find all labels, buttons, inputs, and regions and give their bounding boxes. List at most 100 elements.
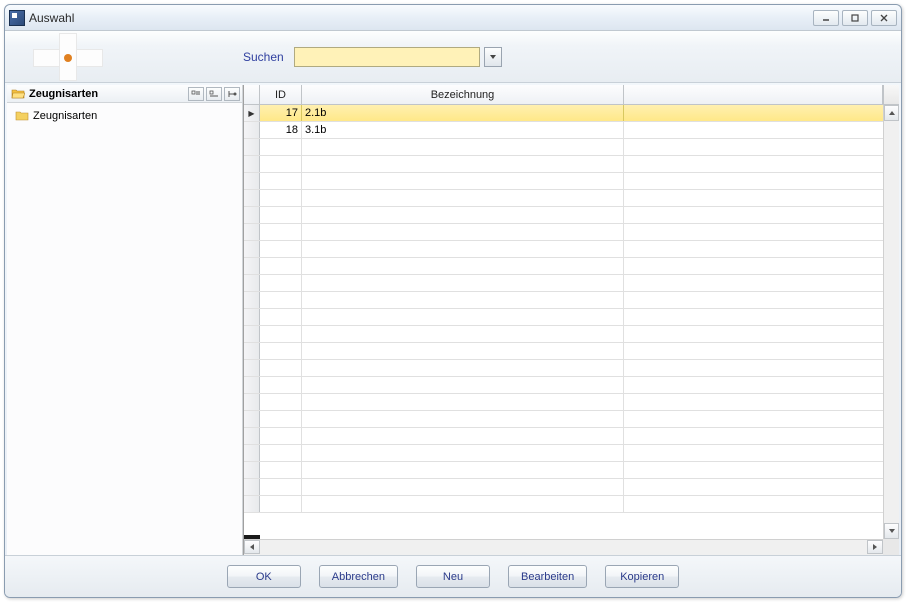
app-icon: [9, 10, 25, 26]
minimize-button[interactable]: [813, 10, 839, 26]
copy-button[interactable]: Kopieren: [605, 565, 679, 588]
cell-spacer: [624, 377, 883, 393]
cell-spacer: [624, 105, 883, 121]
cancel-button[interactable]: Abbrechen: [319, 565, 398, 588]
center-dot-icon: [64, 54, 72, 62]
table-row[interactable]: 183.1b: [244, 122, 883, 139]
row-indicator[interactable]: [244, 292, 260, 308]
cell-id[interactable]: 18: [260, 122, 302, 138]
cell-spacer: [624, 479, 883, 495]
scroll-down-button[interactable]: [884, 523, 899, 539]
table-row: [244, 173, 883, 190]
cell-spacer: [624, 326, 883, 342]
ok-button[interactable]: OK: [227, 565, 301, 588]
column-header-id[interactable]: ID: [260, 85, 302, 104]
cell-spacer: [624, 428, 883, 444]
scroll-up-button[interactable]: [884, 105, 899, 121]
row-indicator[interactable]: [244, 462, 260, 478]
cell-id: [260, 207, 302, 223]
search-dropdown-button[interactable]: [484, 47, 502, 67]
row-indicator[interactable]: [244, 496, 260, 512]
table-row: [244, 224, 883, 241]
scroll-left-button[interactable]: [244, 540, 260, 554]
table-row: [244, 241, 883, 258]
cell-bezeichnung: [302, 224, 624, 240]
cell-bezeichnung: [302, 326, 624, 342]
cell-bezeichnung[interactable]: 3.1b: [302, 122, 624, 138]
vertical-scrollbar[interactable]: [883, 105, 899, 539]
row-indicator[interactable]: [244, 224, 260, 240]
tree-collapse-button[interactable]: [206, 87, 222, 101]
row-indicator[interactable]: [244, 309, 260, 325]
row-indicator[interactable]: [244, 190, 260, 206]
table-row: [244, 292, 883, 309]
row-indicator[interactable]: [244, 241, 260, 257]
column-header-bezeichnung[interactable]: Bezeichnung: [302, 85, 624, 104]
row-indicator[interactable]: [244, 377, 260, 393]
close-button[interactable]: [871, 10, 897, 26]
table-row: [244, 411, 883, 428]
maximize-button[interactable]: [842, 10, 868, 26]
table-row: [244, 309, 883, 326]
grid-corner[interactable]: [244, 85, 260, 104]
cell-spacer: [624, 122, 883, 138]
cell-id: [260, 156, 302, 172]
row-indicator[interactable]: [244, 156, 260, 172]
cell-spacer: [624, 411, 883, 427]
cell-id: [260, 360, 302, 376]
scroll-track[interactable]: [260, 540, 867, 555]
row-indicator[interactable]: ▶: [244, 105, 260, 121]
search-label: Suchen: [243, 50, 284, 64]
table-row: [244, 139, 883, 156]
tree-item[interactable]: Zeugnisarten: [9, 107, 240, 125]
search-input[interactable]: [294, 47, 480, 67]
cell-bezeichnung: [302, 394, 624, 410]
cell-bezeichnung: [302, 309, 624, 325]
row-indicator[interactable]: [244, 360, 260, 376]
titlebar[interactable]: Auswahl: [5, 5, 901, 31]
row-indicator[interactable]: [244, 173, 260, 189]
grid-body: ▶172.1b183.1b: [244, 105, 899, 555]
cell-bezeichnung: [302, 173, 624, 189]
cell-spacer: [624, 360, 883, 376]
row-indicator[interactable]: [244, 479, 260, 495]
row-indicator[interactable]: [244, 326, 260, 342]
table-row: [244, 275, 883, 292]
table-row: [244, 343, 883, 360]
table-row[interactable]: ▶172.1b: [244, 105, 883, 122]
row-indicator[interactable]: [244, 411, 260, 427]
edit-button[interactable]: Bearbeiten: [508, 565, 587, 588]
tree-toggle-button[interactable]: [224, 87, 240, 101]
row-indicator[interactable]: [244, 275, 260, 291]
dialog-window: Auswahl Suchen: [4, 4, 902, 598]
data-grid: ID Bezeichnung ▶172.1b183.1b: [243, 85, 899, 555]
cell-spacer: [624, 241, 883, 257]
row-indicator[interactable]: [244, 428, 260, 444]
horizontal-scrollbar[interactable]: [244, 539, 883, 555]
folder-icon: [15, 110, 29, 122]
cell-id: [260, 309, 302, 325]
cell-spacer: [624, 462, 883, 478]
row-indicator[interactable]: [244, 394, 260, 410]
row-indicator[interactable]: [244, 343, 260, 359]
cell-bezeichnung: [302, 428, 624, 444]
table-row: [244, 360, 883, 377]
row-indicator[interactable]: [244, 258, 260, 274]
cell-bezeichnung: [302, 343, 624, 359]
row-indicator[interactable]: [244, 207, 260, 223]
row-indicator[interactable]: [244, 139, 260, 155]
cell-bezeichnung[interactable]: 2.1b: [302, 105, 624, 121]
cell-bezeichnung: [302, 479, 624, 495]
navigation-cross[interactable]: [33, 33, 103, 81]
table-row: [244, 394, 883, 411]
table-row: [244, 445, 883, 462]
row-indicator[interactable]: [244, 445, 260, 461]
cell-spacer: [624, 139, 883, 155]
scroll-track[interactable]: [884, 121, 899, 523]
new-button[interactable]: Neu: [416, 565, 490, 588]
row-indicator[interactable]: [244, 122, 260, 138]
tree-expand-button[interactable]: [188, 87, 204, 101]
scroll-right-button[interactable]: [867, 540, 883, 554]
folder-open-icon: [11, 88, 25, 100]
cell-id[interactable]: 17: [260, 105, 302, 121]
